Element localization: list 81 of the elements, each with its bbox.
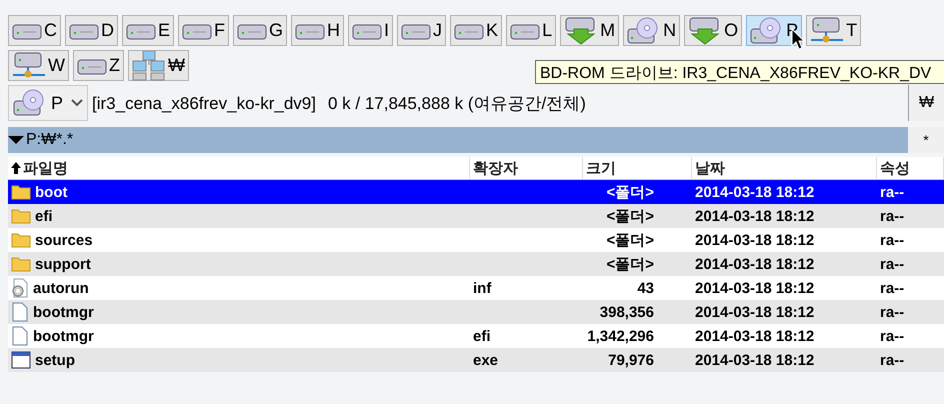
file-row[interactable]: efi <폴더> 2014-03-18 18:12 ra-- <box>8 204 944 228</box>
network-drive-icon <box>810 16 844 44</box>
drive-button[interactable]: O <box>684 15 742 46</box>
drive-info-text: [ir3_cena_x86frev_ko-kr_dv9] 0 k / 17,845,888 k (여유공간/전체) <box>92 92 586 114</box>
file-row[interactable]: boot <폴더> 2014-03-18 18:12 ra-- <box>8 180 944 204</box>
file-extension: inf <box>473 280 492 296</box>
file-icon <box>11 302 29 322</box>
file-name: efi <box>35 208 53 224</box>
file-date: 2014-03-18 18:12 <box>695 280 814 296</box>
file-size: 398,356 <box>600 304 654 320</box>
column-header[interactable]: 속성 <box>877 157 944 179</box>
settings-file-icon <box>11 278 29 298</box>
drive-button[interactable]: Z <box>73 50 124 81</box>
folder-icon <box>11 232 31 248</box>
file-attributes: ra-- <box>880 184 904 200</box>
drive-dropdown[interactable]: P <box>8 85 88 121</box>
path-text: P:₩*.* <box>26 131 74 149</box>
drive-button[interactable]: N <box>623 15 680 46</box>
file-icon <box>11 326 29 346</box>
root-button[interactable]: ₩ <box>908 85 944 121</box>
file-date: 2014-03-18 18:12 <box>695 184 814 200</box>
file-attributes: ra-- <box>880 232 904 248</box>
file-name: sources <box>35 232 93 248</box>
drive-button[interactable]: E <box>122 15 174 46</box>
file-size: 79,976 <box>608 352 654 368</box>
file-row[interactable]: setup exe 79,976 2014-03-18 18:12 ra-- <box>8 348 944 372</box>
file-name: bootmgr <box>33 328 94 344</box>
drive-button[interactable]: C <box>8 15 61 46</box>
file-size: <폴더> <box>606 182 654 202</box>
file-name: bootmgr <box>33 304 94 320</box>
drive-button[interactable]: H <box>291 15 344 46</box>
file-attributes: ra-- <box>880 208 904 224</box>
file-date: 2014-03-18 18:12 <box>695 304 814 320</box>
column-header[interactable]: 크기 <box>583 157 692 179</box>
file-extension: exe <box>473 352 498 368</box>
application-icon <box>11 351 31 369</box>
drive-button[interactable]: ₩ <box>128 50 189 81</box>
file-size: <폴더> <box>606 254 654 274</box>
drive-button[interactable]: K <box>450 15 502 46</box>
drive-button[interactable]: G <box>233 15 288 46</box>
file-date: 2014-03-18 18:12 <box>695 232 814 248</box>
file-date: 2014-03-18 18:12 <box>695 208 814 224</box>
folder-icon <box>11 184 31 200</box>
file-attributes: ra-- <box>880 328 904 344</box>
file-row[interactable]: support <폴더> 2014-03-18 18:12 ra-- <box>8 252 944 276</box>
file-date: 2014-03-18 18:12 <box>695 256 814 272</box>
file-name: setup <box>35 352 76 368</box>
drive-button[interactable]: F <box>178 15 230 46</box>
file-extension: efi <box>473 328 491 344</box>
drive-button[interactable]: W <box>8 50 69 81</box>
file-size: <폴더> <box>606 206 654 226</box>
drive-button[interactable]: J <box>397 15 446 46</box>
column-header[interactable]: 확장자 <box>470 157 583 179</box>
file-name: autorun <box>33 280 89 296</box>
file-size: <폴더> <box>606 230 654 250</box>
caret-down-icon <box>8 135 24 145</box>
file-attributes: ra-- <box>880 304 904 320</box>
file-size: 43 <box>637 280 654 296</box>
file-row[interactable]: bootmgr 398,356 2014-03-18 18:12 ra-- <box>8 300 944 324</box>
file-attributes: ra-- <box>880 280 904 296</box>
network-icon <box>132 50 166 80</box>
file-attributes: ra-- <box>880 256 904 272</box>
drive-button[interactable]: I <box>348 15 394 46</box>
file-attributes: ra-- <box>880 352 904 368</box>
filter-button[interactable]: * <box>908 127 944 153</box>
network-drive-icon <box>12 52 46 80</box>
drive-button[interactable]: M <box>560 15 620 46</box>
column-header[interactable]: 날짜 <box>692 157 877 179</box>
chevron-down-icon <box>71 99 83 107</box>
file-date: 2014-03-18 18:12 <box>695 328 814 344</box>
file-name: boot <box>35 184 68 200</box>
column-header[interactable]: 파일명 <box>8 157 470 179</box>
tooltip: BD-ROM 드라이브: IR3_CENA_X86FREV_KO-KR_DV <box>535 60 944 84</box>
drive-button[interactable]: D <box>65 15 118 46</box>
file-date: 2014-03-18 18:12 <box>695 352 814 368</box>
folder-icon <box>11 256 31 272</box>
folder-icon <box>11 208 31 224</box>
drive-button[interactable]: T <box>806 15 862 46</box>
drive-button[interactable]: L <box>506 15 556 46</box>
file-size: 1,342,296 <box>587 328 654 344</box>
file-name: support <box>35 256 91 272</box>
